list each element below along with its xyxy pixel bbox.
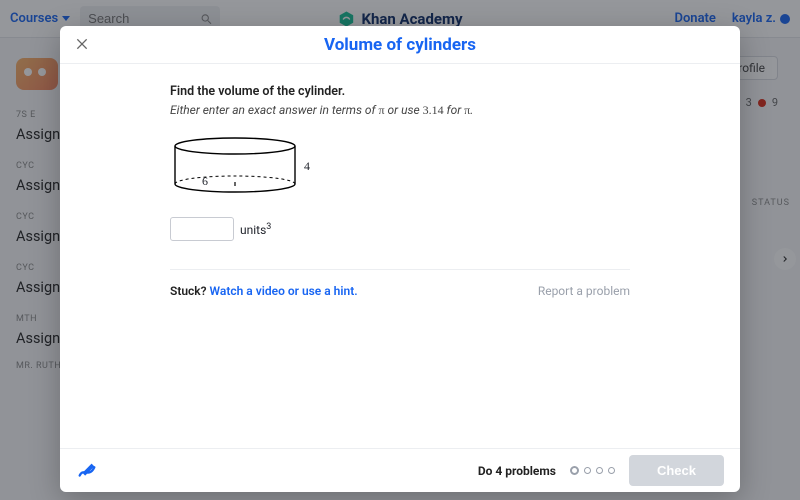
modal-title: Volume of cylinders (324, 35, 476, 55)
help-row: Stuck? Watch a video or use a hint. Repo… (170, 284, 630, 298)
units-label: units3 (240, 222, 271, 237)
question-subprompt: Either enter an exact answer in terms of… (170, 103, 680, 118)
divider (170, 269, 630, 270)
modal-body: Find the volume of the cylinder. Either … (60, 64, 740, 448)
units-exponent: 3 (266, 222, 271, 232)
radius-label: 6 (202, 174, 208, 188)
pi-approx: 3.14 (423, 103, 444, 117)
figure-row: 4 (170, 136, 680, 196)
progress-dot-current (570, 466, 579, 475)
progress-dot (608, 467, 615, 474)
exercise-modal: Volume of cylinders Find the volume of t… (60, 26, 740, 492)
hint-link[interactable]: Watch a video or use a hint. (210, 284, 358, 298)
subprompt-text: for (444, 103, 465, 117)
report-problem-link[interactable]: Report a problem (538, 284, 630, 298)
cylinder-figure (170, 136, 300, 196)
subprompt-text: or use (385, 103, 423, 117)
stuck-label: Stuck? (170, 284, 207, 298)
progress-dot (584, 467, 591, 474)
answer-input[interactable] (170, 217, 234, 241)
height-label: 4 (304, 159, 310, 174)
question-prompt: Find the volume of the cylinder. (170, 84, 680, 99)
subprompt-text: . (470, 103, 473, 117)
check-button[interactable]: Check (629, 455, 724, 486)
modal-header: Volume of cylinders (60, 26, 740, 64)
close-icon (74, 36, 90, 52)
answer-row: units3 (170, 217, 680, 241)
progress-dots (570, 466, 615, 475)
problem-count-label: Do 4 problems (478, 464, 556, 478)
modal-footer: Do 4 problems Check (60, 448, 740, 492)
scratchpad-icon[interactable] (76, 460, 98, 482)
close-button[interactable] (74, 36, 90, 52)
progress-dot (596, 467, 603, 474)
units-text: units (240, 223, 266, 237)
subprompt-text: Either enter an exact answer in terms of (170, 103, 379, 117)
